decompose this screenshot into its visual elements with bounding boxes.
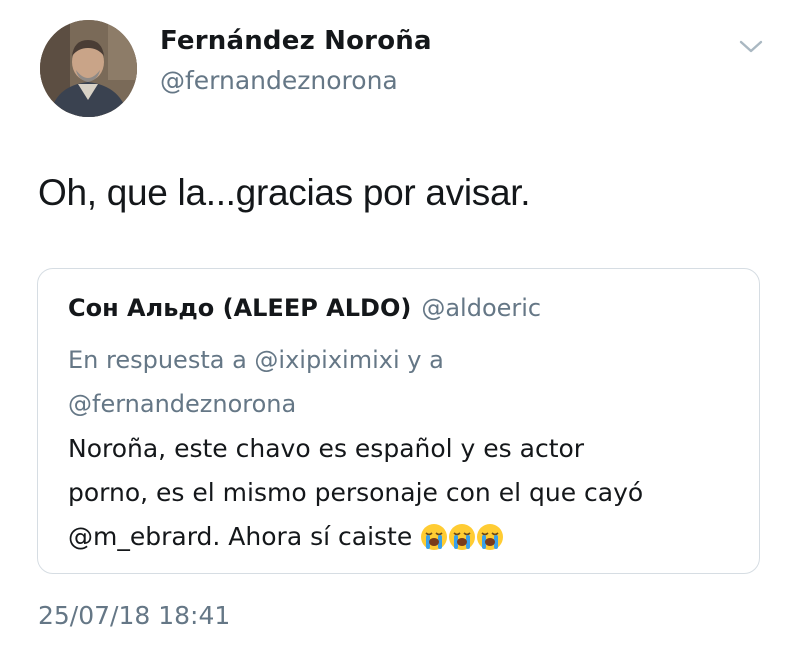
- reply-context-line: @fernandeznorona: [68, 390, 297, 418]
- quoted-author-name: Сон Альдо (ALEEP ALDO): [68, 294, 412, 322]
- quoted-text-line-last: @m_ebrard. Ahora sí caiste: [68, 515, 643, 559]
- quoted-text-line: Noroña, este chavo es español y es actor: [68, 434, 585, 463]
- author-handle[interactable]: @fernandeznorona: [160, 66, 398, 95]
- chevron-down-icon[interactable]: [738, 38, 764, 56]
- author-display-name[interactable]: Fernández Noroña: [160, 26, 432, 56]
- quoted-tweet-text: Noroña, este chavo es español y es actor…: [68, 427, 643, 559]
- quoted-text-line: porno, es el mismo personaje con el que …: [68, 478, 644, 507]
- quoted-text-line: @m_ebrard. Ahora sí caiste: [68, 522, 413, 551]
- loudly-crying-face-icon: [476, 521, 504, 550]
- reply-context-line: En respuesta a @ixipiximixi y a: [68, 346, 444, 374]
- author-avatar[interactable]: [40, 20, 137, 117]
- tweet-timestamp[interactable]: 25/07/18 18:41: [38, 601, 230, 630]
- loudly-crying-face-icon: [448, 521, 476, 550]
- quoted-author-handle: @aldoeric: [421, 294, 542, 322]
- reply-context: En respuesta a @ixipiximixi y a @fernand…: [68, 338, 444, 426]
- avatar-photo: [40, 20, 137, 117]
- quoted-tweet-header: Сон Альдо (ALEEP ALDO) @aldoeric: [68, 294, 541, 322]
- loudly-crying-face-icon: [420, 521, 448, 550]
- tweet-text: Oh, que la...gracias por avisar.: [38, 172, 531, 213]
- quoted-tweet-card[interactable]: Сон Альдо (ALEEP ALDO) @aldoeric En respu…: [37, 268, 760, 574]
